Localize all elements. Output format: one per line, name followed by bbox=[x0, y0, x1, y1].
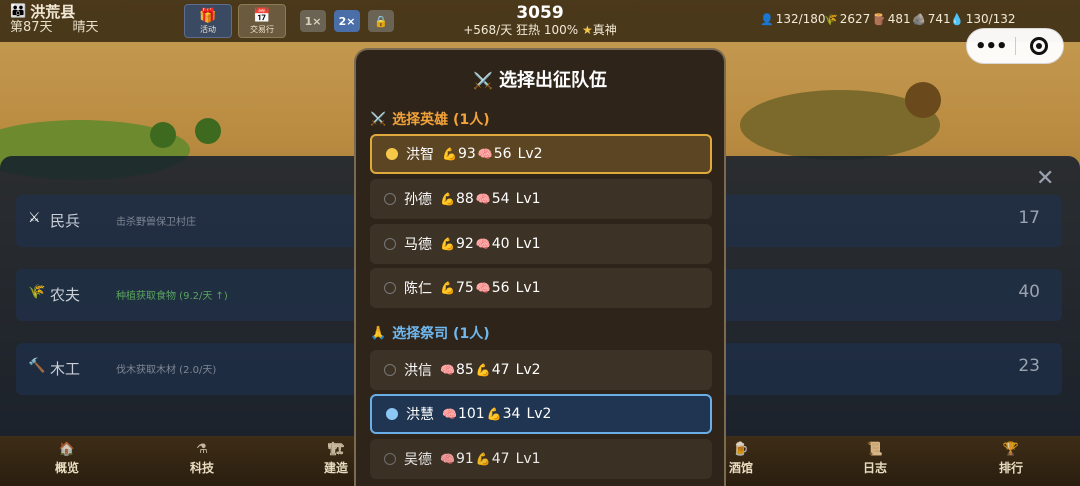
brain-icon: 🧠 bbox=[475, 237, 491, 251]
panel-close-icon[interactable]: ✕ bbox=[1036, 166, 1054, 191]
row-name: 民兵 bbox=[50, 212, 81, 230]
family-icon: 👪 bbox=[10, 4, 27, 19]
hero-option[interactable]: 洪智 💪 93 🧠 56 Lv2 bbox=[370, 134, 712, 174]
iron-icon: 💧 bbox=[950, 12, 964, 26]
row-name: 农夫 bbox=[50, 286, 81, 304]
brain-icon: 🧠 bbox=[440, 363, 455, 377]
county-name: 洪荒县 bbox=[30, 3, 76, 21]
strength-icon: 💪 bbox=[440, 237, 455, 251]
sword-icon: ⚔ bbox=[28, 210, 41, 226]
crossed-swords-icon: ⚔️ bbox=[473, 71, 493, 90]
radio-selected bbox=[386, 148, 398, 160]
strength-icon: 💪 bbox=[442, 147, 457, 161]
top-hud: 👪 洪荒县 第87天 晴天 🎁 活动 📅 交易行 1× 2× 🔒 3059 +5… bbox=[0, 0, 1080, 42]
exit-button[interactable] bbox=[1015, 37, 1063, 55]
stone-icon: 🪨 bbox=[912, 12, 926, 26]
activity-button[interactable]: 🎁 活动 bbox=[184, 4, 232, 38]
nav-ranking[interactable]: 🏆 排行 bbox=[976, 442, 1046, 478]
day-counter: 第87天 bbox=[10, 20, 53, 35]
stone-resource: 🪨 741 bbox=[912, 12, 951, 26]
radio-unselected bbox=[384, 282, 396, 294]
crossed-swords-icon: ⚔️ bbox=[370, 111, 387, 127]
hammer-icon: 🔨 bbox=[28, 358, 46, 374]
gold-rate: +568/天 bbox=[463, 23, 513, 37]
radio-unselected bbox=[384, 453, 396, 465]
wheat-icon: 🌾 bbox=[28, 284, 46, 300]
brain-icon: 🧠 bbox=[475, 192, 491, 206]
home-icon: 🏠 bbox=[58, 442, 76, 457]
brain-icon: 🧠 bbox=[477, 147, 493, 161]
hero-option[interactable]: 孙德 💪 88 🧠 54 Lv1 bbox=[370, 179, 712, 219]
county-info: 👪 洪荒县 第87天 晴天 bbox=[10, 4, 99, 36]
strength-icon: 💪 bbox=[475, 452, 491, 466]
iron-resource: 💧 130/132 bbox=[950, 12, 1016, 26]
strength-icon: 💪 bbox=[440, 192, 455, 206]
food-icon: 🌾 bbox=[824, 12, 838, 26]
activity-label: 活动 bbox=[200, 25, 216, 34]
trade-icon: 📅 bbox=[253, 8, 271, 24]
priest-option[interactable]: 洪慧 🧠 101 💪 34 Lv2 bbox=[370, 394, 712, 434]
nav-overview[interactable]: 🏠 概览 bbox=[32, 442, 102, 478]
speed-2x-button[interactable]: 2× bbox=[334, 10, 360, 32]
gold-amount: 3059 bbox=[516, 3, 564, 23]
row-name: 木工 bbox=[50, 360, 81, 378]
population-resource: 👤 132/180 bbox=[760, 12, 826, 26]
row-count: 17 bbox=[1018, 208, 1040, 228]
nav-log[interactable]: 📜 日志 bbox=[840, 442, 910, 478]
brain-icon: 🧠 bbox=[440, 452, 455, 466]
star-icon: ★ bbox=[582, 23, 593, 37]
strength-icon: 💪 bbox=[475, 363, 491, 377]
hero-section-title: ⚔️ 选择英雄 (1人) bbox=[370, 111, 490, 129]
priest-option[interactable]: 洪信 🧠 85 💪 47 Lv2 bbox=[370, 350, 712, 390]
gold-display: 3059 +568/天 狂热 100% ★真神 bbox=[440, 4, 640, 38]
more-button[interactable]: ••• bbox=[967, 36, 1015, 57]
priest-option[interactable]: 吴德 🧠 91 💪 47 Lv1 bbox=[370, 439, 712, 479]
row-desc: 伐木获取木材 (2.0/天) bbox=[116, 365, 217, 376]
wood-icon: 🪵 bbox=[872, 12, 886, 26]
brain-icon: 🧠 bbox=[475, 281, 491, 295]
modal-title: ⚔️ 选择出征队伍 bbox=[473, 70, 607, 91]
food-resource: 🌾 2627 bbox=[824, 12, 871, 26]
strength-icon: 💪 bbox=[440, 281, 455, 295]
row-count: 40 bbox=[1018, 282, 1040, 302]
brain-icon: 🧠 bbox=[442, 407, 457, 421]
flask-icon: ⚗ bbox=[196, 442, 208, 457]
row-desc: 种植获取食物 (9.2/天 ↑) bbox=[116, 291, 228, 302]
row-desc: 击杀野兽保卫村庄 bbox=[116, 217, 196, 228]
radio-unselected bbox=[384, 193, 396, 205]
miniprogram-capsule: ••• bbox=[966, 28, 1064, 64]
weather-label: 晴天 bbox=[72, 20, 99, 35]
select-team-modal: ⚔️ 选择出征队伍 ⚔️ 选择英雄 (1人) 洪智 💪 93 🧠 56 Lv2 孙德 💪… bbox=[354, 48, 726, 486]
trade-label: 交易行 bbox=[250, 25, 274, 34]
blessing-label: 真神 bbox=[592, 23, 617, 37]
activity-icon: 🎁 bbox=[199, 8, 217, 24]
mood-status: 狂热 100% bbox=[516, 23, 579, 37]
radio-unselected bbox=[384, 238, 396, 250]
wood-resource: 🪵 481 bbox=[872, 12, 911, 26]
scroll-icon: 📜 bbox=[866, 442, 884, 457]
strength-icon: 💪 bbox=[486, 407, 502, 421]
exit-icon bbox=[1030, 37, 1049, 55]
hero-option[interactable]: 马德 💪 92 🧠 40 Lv1 bbox=[370, 224, 712, 264]
radio-unselected bbox=[384, 364, 396, 376]
radio-selected bbox=[386, 408, 398, 420]
lock-icon: 🔒 bbox=[374, 14, 388, 28]
population-icon: 👤 bbox=[760, 12, 774, 26]
trade-button[interactable]: 📅 交易行 bbox=[238, 4, 286, 38]
row-count: 23 bbox=[1018, 356, 1040, 376]
hero-option[interactable]: 陈仁 💪 75 🧠 56 Lv1 bbox=[370, 268, 712, 308]
lock-button[interactable]: 🔒 bbox=[368, 10, 394, 32]
priest-section-title: 🙏 选择祭司 (1人) bbox=[370, 325, 490, 343]
praying-hands-icon: 🙏 bbox=[370, 325, 387, 341]
trophy-icon: 🏆 bbox=[1002, 442, 1020, 457]
speed-1x-button[interactable]: 1× bbox=[300, 10, 326, 32]
nav-tech[interactable]: ⚗ 科技 bbox=[167, 442, 237, 478]
